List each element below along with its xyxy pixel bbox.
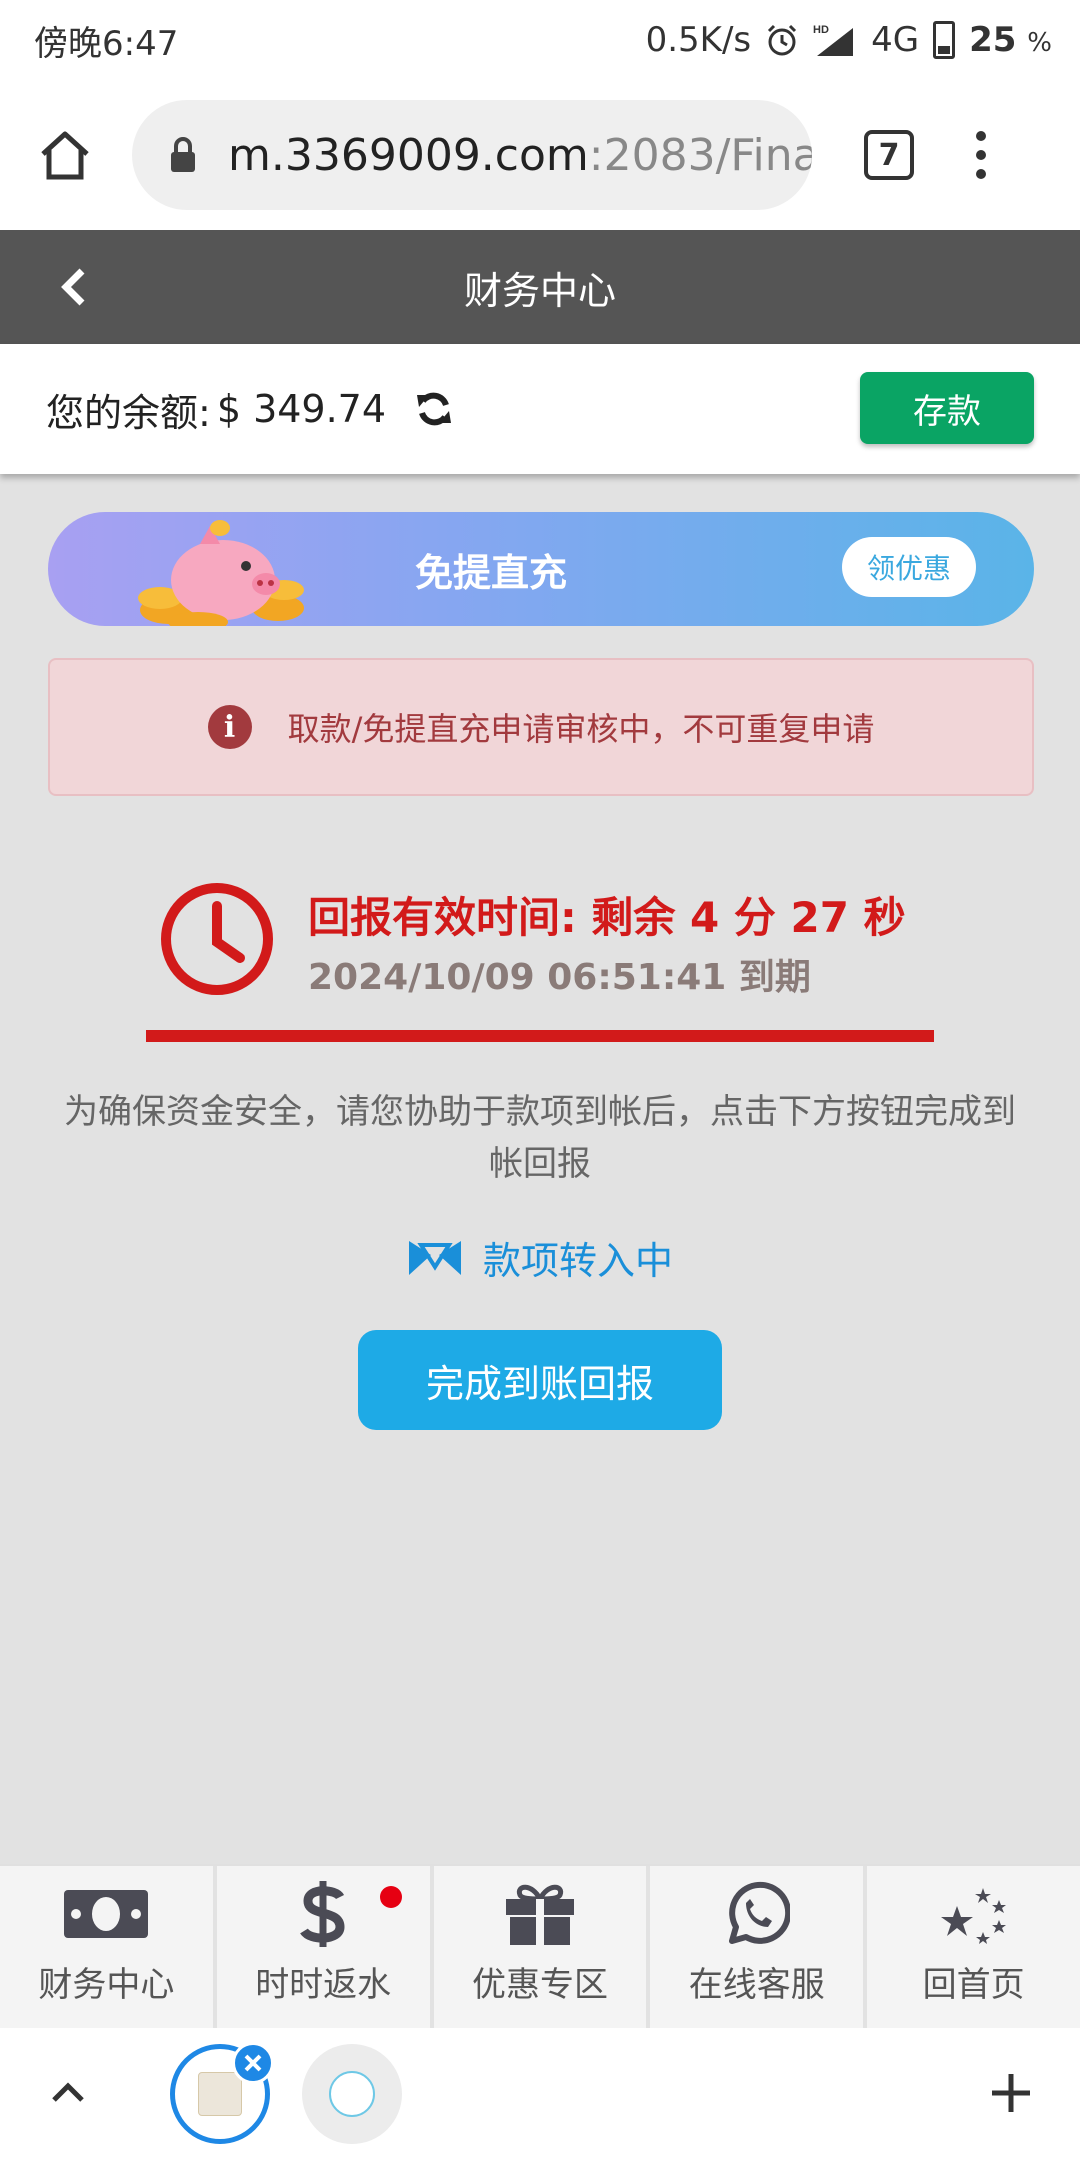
promo-banner[interactable]: 免提直充 领优惠 <box>48 512 1034 626</box>
url-path: :2083/Finan <box>588 129 812 181</box>
transfer-status-text: 款项转入中 <box>482 1239 673 1283</box>
status-indicators: 0.5K/s HD 4G 25 % <box>646 20 1052 60</box>
battery-icon <box>933 21 956 59</box>
clock-icon <box>161 883 273 995</box>
more-menu-button[interactable] <box>976 131 986 179</box>
browser-toolbar: m.3369009.com:2083/Finan 7 <box>0 80 1080 230</box>
nav-item-support[interactable]: 在线客服 <box>650 1866 868 2028</box>
chevron-up-icon[interactable] <box>48 2072 88 2112</box>
battery-level: 25 % <box>969 20 1052 60</box>
nav-label: 时时返水 <box>255 1965 392 2005</box>
close-tab-button[interactable] <box>232 2042 274 2084</box>
browser-tab-strip <box>0 2028 1080 2160</box>
chevron-left-icon <box>61 268 85 306</box>
close-icon <box>244 2054 262 2072</box>
tab-thumbnail[interactable] <box>302 2044 402 2144</box>
countdown-remaining: 回报有效时间: 剩余 4 分 27 秒 <box>308 893 906 942</box>
confirm-receipt-button[interactable]: 完成到账回报 <box>358 1330 722 1430</box>
nav-label: 财务中心 <box>38 1965 175 2005</box>
tab-switcher-button[interactable]: 7 <box>864 130 914 180</box>
balance-label: 您的余额: <box>46 390 211 435</box>
gift-icon <box>505 1884 574 1945</box>
new-tab-plus-icon[interactable] <box>986 2068 1036 2118</box>
nav-label: 回首页 <box>922 1965 1025 2005</box>
transfer-status: 款项转入中 <box>0 1230 1080 1285</box>
bottom-nav: 财务中心 时时返水 优惠专区 在线客服 回首页 <box>0 1864 1080 2028</box>
countdown-expiry: 2024/10/09 06:51:41 到期 <box>308 957 811 998</box>
status-bar: 傍晚6:47 0.5K/s HD 4G 25 % <box>0 0 1080 80</box>
nav-item-home[interactable]: 回首页 <box>867 1866 1080 2028</box>
svg-text:HD: HD <box>813 24 829 36</box>
site-favicon <box>198 2072 242 2116</box>
url-host: m.3369009.com <box>228 129 589 181</box>
page-header: 财务中心 <box>0 230 1080 344</box>
network-type: 4G <box>871 20 920 60</box>
stars-icon <box>940 1888 1006 1944</box>
nav-label: 优惠专区 <box>471 1965 608 2005</box>
nav-item-rebate[interactable]: 时时返水 <box>217 1866 434 2028</box>
site-favicon <box>329 2071 375 2117</box>
refresh-icon[interactable] <box>414 389 454 429</box>
nav-item-finance[interactable]: 财务中心 <box>0 1866 217 2028</box>
back-button[interactable] <box>52 262 92 312</box>
pending-alert: i 取款/免提直充申请审核中，不可重复申请 <box>48 658 1034 796</box>
address-bar[interactable]: m.3369009.com:2083/Finan <box>132 100 812 210</box>
transfer-loading-icon <box>408 1240 461 1275</box>
status-time: 傍晚6:47 <box>34 23 179 64</box>
page-title: 财务中心 <box>463 268 616 313</box>
home-icon <box>41 131 89 180</box>
balance-value: $ 349.74 <box>216 387 387 431</box>
dollar-icon <box>300 1881 345 1947</box>
home-button[interactable] <box>30 120 100 190</box>
network-speed: 0.5K/s <box>645 20 752 60</box>
claim-promo-button[interactable]: 领优惠 <box>842 537 976 597</box>
notification-dot <box>379 1886 402 1908</box>
countdown-panel: 回报有效时间: 剩余 4 分 27 秒 2024/10/09 06:51:41 … <box>160 878 950 998</box>
cash-icon <box>64 1890 149 1938</box>
info-icon: i <box>207 705 252 749</box>
nav-item-promotions[interactable]: 优惠专区 <box>434 1866 651 2028</box>
whatsapp-icon <box>728 1881 790 1944</box>
safety-instructions: 为确保资金安全，请您协助于款项到帐后，点击下方按钮完成到帐回报 <box>64 1092 1016 1184</box>
alarm-icon <box>768 24 797 56</box>
deposit-button[interactable]: 存款 <box>860 372 1034 444</box>
alert-text: 取款/免提直充申请审核中，不可重复申请 <box>287 710 875 748</box>
signal-icon: HD <box>813 24 854 56</box>
lock-icon <box>171 137 195 172</box>
nav-label: 在线客服 <box>688 1965 825 2005</box>
countdown-progress-bar <box>146 1030 934 1042</box>
balance-row: 您的余额: $ 349.74 存款 <box>0 344 1080 474</box>
